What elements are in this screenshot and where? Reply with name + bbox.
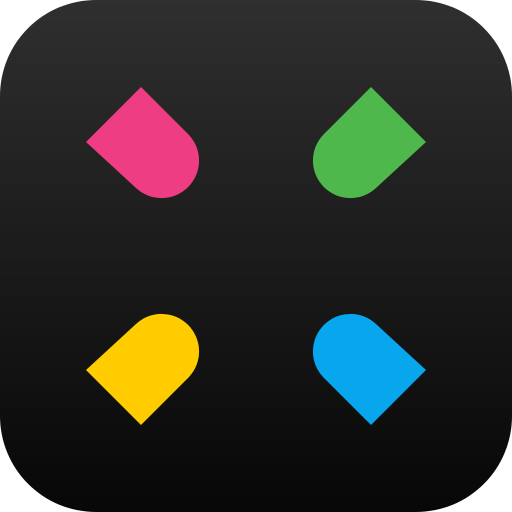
app-icon-graphic: [0, 0, 512, 512]
icon-background: [0, 0, 512, 512]
app-icon[interactable]: [0, 0, 512, 512]
